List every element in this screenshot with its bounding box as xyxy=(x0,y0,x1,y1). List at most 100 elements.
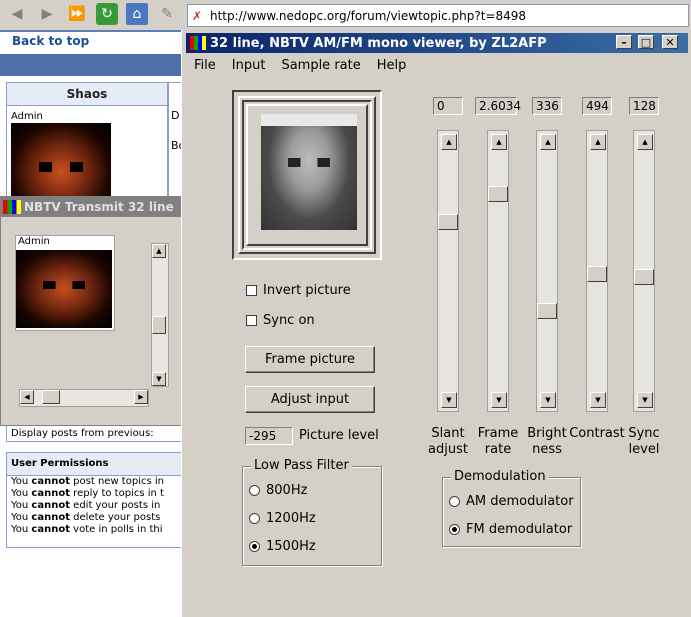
low-pass-filter-group: Low Pass Filter 800Hz 1200Hz 1500Hz xyxy=(242,458,382,566)
permission-prefix: You xyxy=(11,524,32,535)
avatar-eyes xyxy=(39,162,83,172)
slider-thumb[interactable] xyxy=(488,186,508,202)
transmit-title-bar: NBTV Transmit 32 line xyxy=(1,197,182,217)
slider-up-icon[interactable]: ▲ xyxy=(491,134,507,150)
slider-thumb[interactable] xyxy=(634,269,654,285)
slider-track[interactable]: ▲ ▼ xyxy=(437,130,459,412)
menu-file[interactable]: File xyxy=(186,56,224,76)
video-sync-strip xyxy=(261,114,357,126)
display-posts-label: Display posts from previous: xyxy=(11,428,154,439)
sync-on-checkbox[interactable]: Sync on xyxy=(246,313,315,328)
invert-picture-label: Invert picture xyxy=(263,283,351,298)
permission-prefix: You xyxy=(11,488,32,499)
display-posts-bar[interactable]: Display posts from previous: xyxy=(6,424,210,442)
refresh-icon[interactable]: ↻ xyxy=(96,3,118,25)
browser-toolbar: ◀ ▶ ⏩ ↻ ⌂ ✎ ✗ http://www.nedopc.org/foru… xyxy=(0,0,691,31)
slider-up-icon[interactable]: ▲ xyxy=(441,134,457,150)
slider-track[interactable]: ▲ ▼ xyxy=(586,130,608,412)
frame-picture-button[interactable]: Frame picture xyxy=(245,346,375,373)
scroll-thumb[interactable] xyxy=(42,390,60,404)
minimize-icon[interactable]: – xyxy=(616,35,632,49)
low-pass-filter-title: Low Pass Filter xyxy=(251,458,352,473)
slider-thumb[interactable] xyxy=(438,214,458,230)
radio-dot-icon[interactable] xyxy=(249,513,260,524)
transmit-app-icon xyxy=(3,200,21,214)
permission-text: vote in polls in thi xyxy=(70,524,163,535)
slider-down-icon[interactable]: ▼ xyxy=(441,392,457,408)
radio-dot-icon[interactable] xyxy=(249,485,260,496)
forward-arrow-icon[interactable]: ▶ xyxy=(36,3,58,25)
permission-text: reply to topics in t xyxy=(70,488,164,499)
viewer-menubar: File Input Sample rate Help xyxy=(186,56,414,76)
picture-level-label: Picture level xyxy=(299,428,379,443)
permission-prefix: You xyxy=(11,476,32,487)
adjust-input-button[interactable]: Adjust input xyxy=(245,386,375,413)
maximize-icon[interactable]: □ xyxy=(638,35,654,49)
scroll-thumb[interactable] xyxy=(152,316,166,334)
slider-value: 494 xyxy=(582,97,612,115)
radio-dot-icon[interactable] xyxy=(449,524,460,535)
slider-thumb[interactable] xyxy=(587,266,607,282)
close-icon[interactable]: ✕ xyxy=(662,35,678,49)
scroll-right-icon[interactable]: ▶ xyxy=(134,390,148,404)
slider-down-icon[interactable]: ▼ xyxy=(540,392,556,408)
home-icon[interactable]: ⌂ xyxy=(126,3,148,25)
slider-track[interactable]: ▲ ▼ xyxy=(536,130,558,412)
menu-sample-rate[interactable]: Sample rate xyxy=(273,56,368,76)
menu-help[interactable]: Help xyxy=(369,56,415,76)
permission-text: post new topics in xyxy=(70,476,164,487)
slider-up-icon[interactable]: ▲ xyxy=(637,134,653,150)
back-arrow-icon[interactable]: ◀ xyxy=(6,3,28,25)
edit-pencil-icon[interactable]: ✎ xyxy=(156,3,178,25)
invert-picture-checkbox[interactable]: Invert picture xyxy=(246,283,351,298)
demod-radio-label: AM demodulator xyxy=(466,494,574,509)
scroll-up-icon[interactable]: ▲ xyxy=(152,244,166,258)
slider-thumb[interactable] xyxy=(537,303,557,319)
low-pass-radio[interactable]: 800Hz xyxy=(249,483,307,498)
slider-up-icon[interactable]: ▲ xyxy=(590,134,606,150)
picture-frame xyxy=(232,90,382,260)
sync-on-box[interactable] xyxy=(246,315,257,326)
slider-down-icon[interactable]: ▼ xyxy=(491,392,507,408)
back-to-top-link[interactable]: Back to top xyxy=(12,34,89,48)
fast-forward-icon[interactable]: ⏩ xyxy=(66,3,88,25)
demod-radio[interactable]: AM demodulator xyxy=(449,494,574,509)
slider-down-icon[interactable]: ▼ xyxy=(637,392,653,408)
scroll-left-icon[interactable]: ◀ xyxy=(20,390,34,404)
slider-value: 0 xyxy=(433,97,463,115)
viewer-title: 32 line, NBTV AM/FM mono viewer, by ZL2A… xyxy=(210,35,547,51)
menu-input[interactable]: Input xyxy=(224,56,274,76)
poster-role: Admin xyxy=(11,111,43,122)
radio-dot-icon[interactable] xyxy=(249,541,260,552)
page-favicon-icon: ✗ xyxy=(191,8,203,23)
transmit-vertical-scrollbar[interactable]: ▲ ▼ xyxy=(151,243,169,387)
transmit-window: NBTV Transmit 32 line Admin ▲ ▼ ◀ ▶ xyxy=(0,196,183,426)
invert-picture-box[interactable] xyxy=(246,285,257,296)
slider-down-icon[interactable]: ▼ xyxy=(590,392,606,408)
viewer-title-bar[interactable]: 32 line, NBTV AM/FM mono viewer, by ZL2A… xyxy=(186,33,688,53)
slider-value: 336 xyxy=(532,97,562,115)
permission-prefix: You xyxy=(11,500,32,511)
picture-level-value: -295 xyxy=(245,427,293,445)
low-pass-radio[interactable]: 1500Hz xyxy=(249,539,316,554)
scroll-down-icon[interactable]: ▼ xyxy=(152,372,166,386)
transmit-title: NBTV Transmit 32 line xyxy=(24,200,174,214)
post-text-line: D xyxy=(171,109,180,122)
permission-cannot: cannot xyxy=(31,512,70,523)
low-pass-radio[interactable]: 1200Hz xyxy=(249,511,316,526)
permission-prefix: You xyxy=(11,512,32,523)
video-face-eyes xyxy=(287,158,331,168)
transmit-preview: Admin xyxy=(15,235,115,331)
slider-up-icon[interactable]: ▲ xyxy=(540,134,556,150)
slider-track[interactable]: ▲ ▼ xyxy=(487,130,509,412)
permission-cannot: cannot xyxy=(31,476,70,487)
transmit-role: Admin xyxy=(18,236,50,247)
transmit-avatar xyxy=(16,250,112,328)
address-bar[interactable]: ✗ http://www.nedopc.org/forum/viewtopic.… xyxy=(187,4,689,27)
slider-track[interactable]: ▲ ▼ xyxy=(633,130,655,412)
forum-section-bar xyxy=(0,54,210,76)
transmit-horizontal-scrollbar[interactable]: ◀ ▶ xyxy=(19,389,149,407)
radio-dot-icon[interactable] xyxy=(449,496,460,507)
demod-radio[interactable]: FM demodulator xyxy=(449,522,572,537)
demodulation-group: Demodulation AM demodulator FM demodulato… xyxy=(442,469,581,547)
